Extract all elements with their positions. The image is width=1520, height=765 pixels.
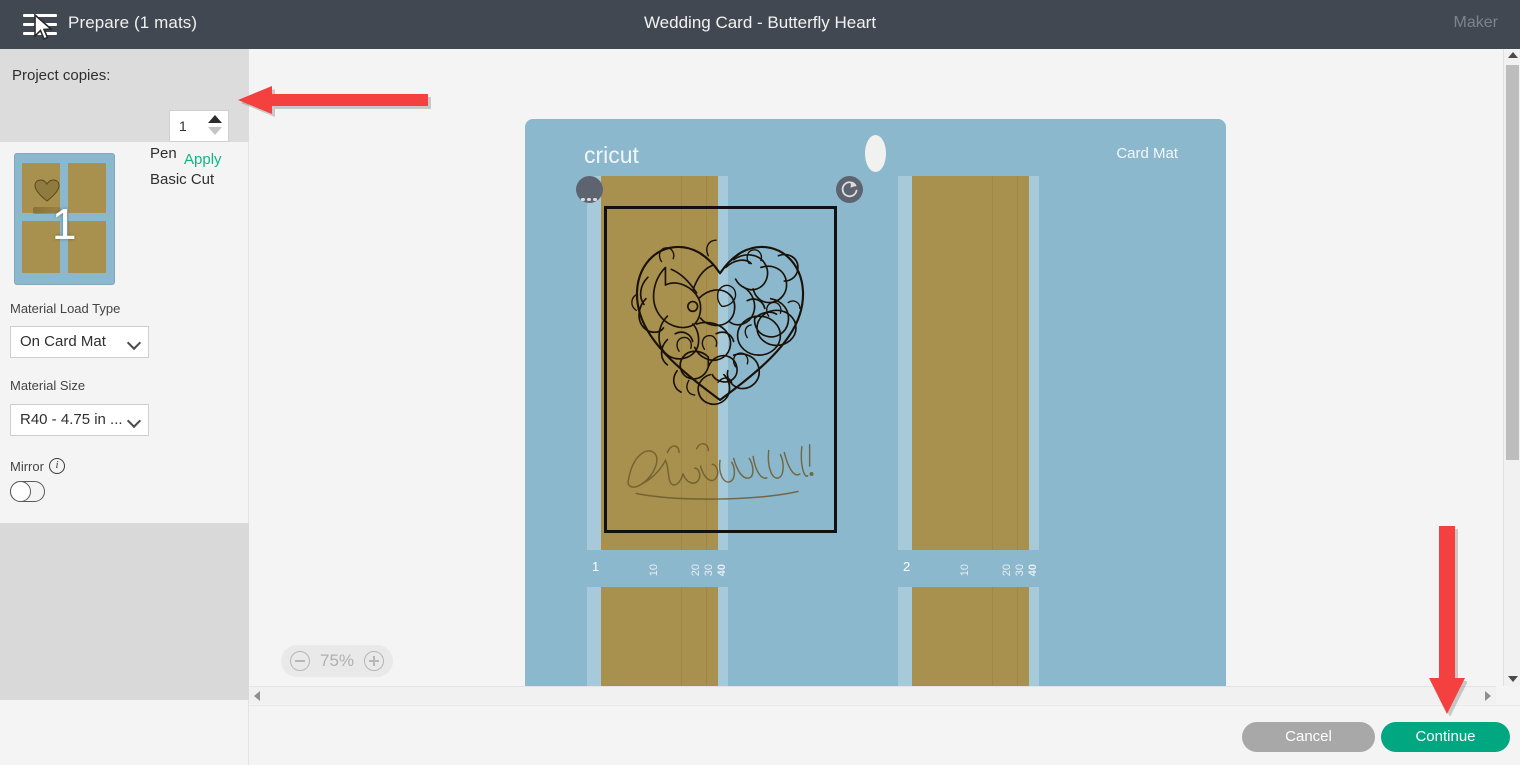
stepper-buttons bbox=[208, 115, 222, 139]
vertical-scrollbar[interactable] bbox=[1503, 49, 1520, 686]
ruler-tick: 40 bbox=[716, 564, 728, 576]
info-icon[interactable]: i bbox=[49, 458, 65, 474]
footer-bar: Cancel Continue bbox=[249, 705, 1520, 765]
mat-name-label: Card Mat bbox=[1116, 145, 1178, 162]
slot-strip-left bbox=[587, 587, 601, 686]
material-size-label: Material Size bbox=[10, 378, 85, 393]
card-design-frame[interactable] bbox=[604, 206, 837, 533]
project-copies-label: Project copies: bbox=[12, 67, 110, 84]
operation-pen-label: Pen bbox=[150, 145, 177, 162]
scroll-up-arrow-icon[interactable] bbox=[1508, 52, 1518, 58]
operation-basic-cut-label: Basic Cut bbox=[150, 171, 214, 188]
page-title: Wedding Card - Butterfly Heart bbox=[0, 13, 1520, 33]
project-copies-value[interactable]: 1 bbox=[179, 118, 187, 134]
slot-number-label: 1 bbox=[592, 559, 599, 574]
rotate-icon[interactable] bbox=[836, 176, 863, 203]
slot-strip-right bbox=[1029, 176, 1039, 550]
mat-preview-canvas[interactable]: cricut Card Mat bbox=[249, 49, 1496, 686]
card-slot-3[interactable] bbox=[587, 587, 728, 686]
scroll-right-arrow-icon[interactable] bbox=[1485, 691, 1491, 701]
left-sidebar: Project copies: 1 Apply 1 bbox=[0, 49, 249, 765]
card-fold-line bbox=[992, 176, 993, 550]
project-copies-stepper[interactable]: 1 bbox=[169, 110, 229, 142]
slot-strip-left bbox=[587, 176, 601, 550]
slot-number-label: 2 bbox=[903, 559, 910, 574]
card-slot-2[interactable]: 2 10 20 30 40 bbox=[898, 176, 1039, 550]
card-fold-line bbox=[706, 587, 707, 686]
material-load-type-label: Material Load Type bbox=[10, 301, 120, 316]
project-copies-panel: Project copies: 1 bbox=[0, 49, 249, 142]
slot-strip-right bbox=[1029, 587, 1039, 686]
cancel-button[interactable]: Cancel bbox=[1242, 722, 1375, 752]
ruler-tick: 30 bbox=[1014, 564, 1026, 576]
butterfly-heart-design bbox=[607, 209, 834, 528]
material-load-type-value: On Card Mat bbox=[20, 333, 106, 350]
card-slot-1[interactable]: 1 10 20 30 40 bbox=[587, 176, 728, 550]
mirror-toggle-knob bbox=[10, 481, 31, 502]
top-bar: Prepare (1 mats) Wedding Card - Butterfl… bbox=[0, 0, 1520, 49]
card-fold-line bbox=[1017, 176, 1018, 550]
card-slot-4[interactable] bbox=[898, 587, 1039, 686]
card-fold-line bbox=[681, 587, 682, 686]
triangle-up-icon[interactable] bbox=[208, 115, 222, 123]
ruler-tick: 20 bbox=[1001, 564, 1013, 576]
material-size-value: R40 - 4.75 in ... bbox=[20, 411, 123, 428]
mat-alignment-oval bbox=[865, 135, 886, 172]
ellipsis-menu-icon[interactable] bbox=[576, 176, 603, 203]
machine-label: Maker bbox=[1454, 14, 1498, 32]
card-sheet bbox=[912, 176, 1029, 550]
continue-button[interactable]: Continue bbox=[1381, 722, 1510, 752]
rotate-glyph bbox=[836, 176, 863, 203]
apply-button[interactable]: Apply bbox=[184, 151, 222, 168]
zoom-control[interactable]: 75% bbox=[281, 645, 393, 677]
ruler-tick: 40 bbox=[1027, 564, 1039, 576]
vertical-scrollbar-thumb[interactable] bbox=[1506, 65, 1519, 460]
mirror-toggle[interactable] bbox=[10, 481, 45, 502]
cricut-design-space-prepare-screen: Prepare (1 mats) Wedding Card - Butterfl… bbox=[0, 0, 1520, 765]
dot bbox=[593, 198, 597, 202]
chevron-down-icon bbox=[127, 336, 141, 350]
ruler-tick: 30 bbox=[703, 564, 715, 576]
scroll-left-arrow-icon[interactable] bbox=[254, 691, 260, 701]
plus-circle-icon[interactable] bbox=[364, 651, 384, 671]
card-mat[interactable]: cricut Card Mat bbox=[525, 119, 1226, 686]
slot-strip-left bbox=[898, 176, 912, 550]
material-size-select[interactable]: R40 - 4.75 in ... bbox=[10, 404, 149, 436]
mirror-label: Mirror bbox=[10, 459, 44, 474]
slot-strip-left bbox=[898, 587, 912, 686]
card-fold-line bbox=[992, 587, 993, 686]
mat-number-badge: 1 bbox=[52, 203, 76, 247]
ruler-tick: 20 bbox=[690, 564, 702, 576]
mat-thumbnail[interactable]: 1 bbox=[14, 153, 115, 285]
cricut-brand-label: cricut bbox=[584, 142, 639, 169]
ruler-ticks: 10 20 30 40 bbox=[608, 554, 728, 576]
ruler-ticks: 10 20 30 40 bbox=[919, 554, 1039, 576]
triangle-down-icon[interactable] bbox=[208, 127, 222, 135]
ruler-tick: 10 bbox=[648, 564, 660, 576]
card-fold-line bbox=[1017, 587, 1018, 686]
dot bbox=[581, 198, 585, 202]
scroll-down-arrow-icon[interactable] bbox=[1508, 676, 1518, 682]
chevron-down-icon bbox=[127, 414, 141, 428]
card-sheet bbox=[912, 587, 1029, 686]
material-load-type-select[interactable]: On Card Mat bbox=[10, 326, 149, 358]
card-sheet bbox=[601, 587, 718, 686]
ellipsis-dots bbox=[581, 188, 599, 206]
dot bbox=[587, 198, 591, 202]
horizontal-scrollbar[interactable] bbox=[249, 686, 1496, 704]
ruler-tick: 10 bbox=[959, 564, 971, 576]
sidebar-empty-panel bbox=[0, 523, 249, 700]
slot-strip-right bbox=[718, 587, 728, 686]
